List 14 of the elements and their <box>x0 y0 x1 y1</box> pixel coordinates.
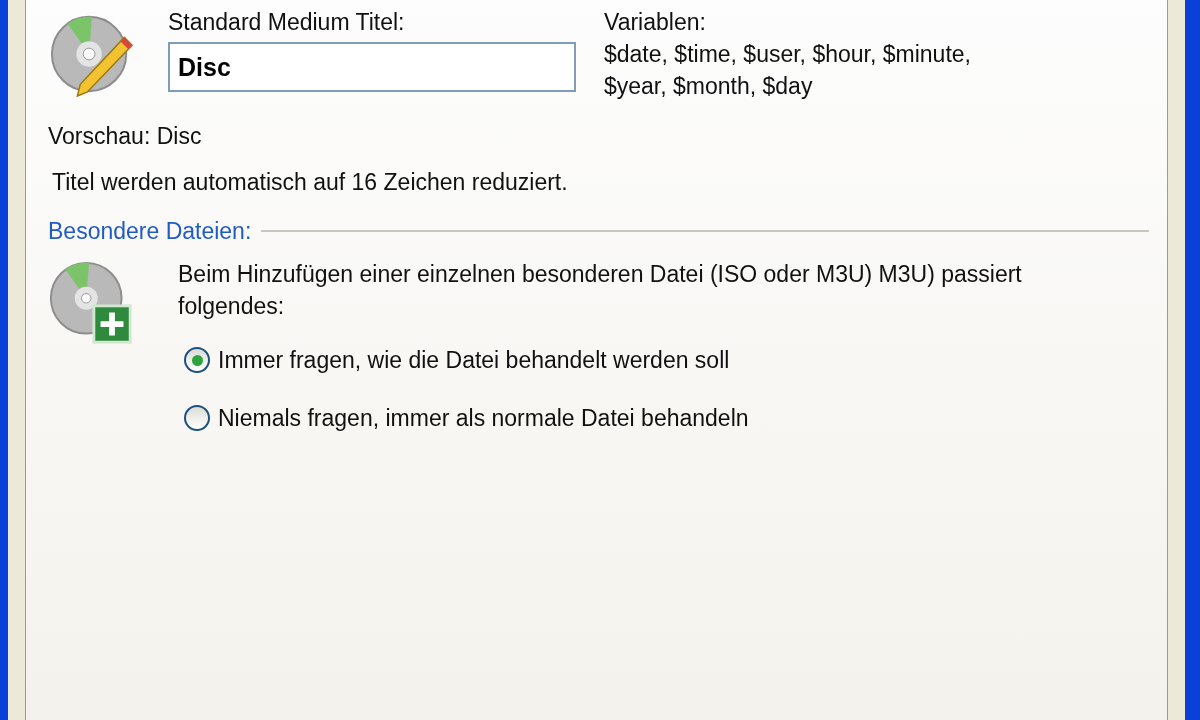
disc-add-icon <box>48 260 134 346</box>
radio-button[interactable] <box>184 405 210 431</box>
option-label: Immer fragen, wie die Datei behandelt werden soll <box>218 346 730 375</box>
radio-option[interactable]: Immer fragen, wie die Datei behandelt werden soll <box>184 344 730 376</box>
radio-button[interactable] <box>184 347 210 373</box>
note-text: Titel werden automatisch auf 16 Zeichen reduziert. <box>52 168 569 197</box>
title-input[interactable]: Disc <box>168 42 576 92</box>
variables-text: $date, $time, $user, $hour, $minute, <box>604 40 971 69</box>
description-text: Beim Hinzufügen einer einzelnen besonderen Datei (ISO oder M3U) M3U) passiert folgendes: <box>178 260 1023 321</box>
section-heading: Besondere Dateien: <box>48 217 252 246</box>
field-label: Standard Medium Titel: <box>168 8 406 37</box>
variables-text: $year, $month, $day <box>604 72 814 101</box>
variables-label: Variablen: <box>604 8 707 37</box>
preview-text: Vorschau: Disc <box>48 122 203 151</box>
